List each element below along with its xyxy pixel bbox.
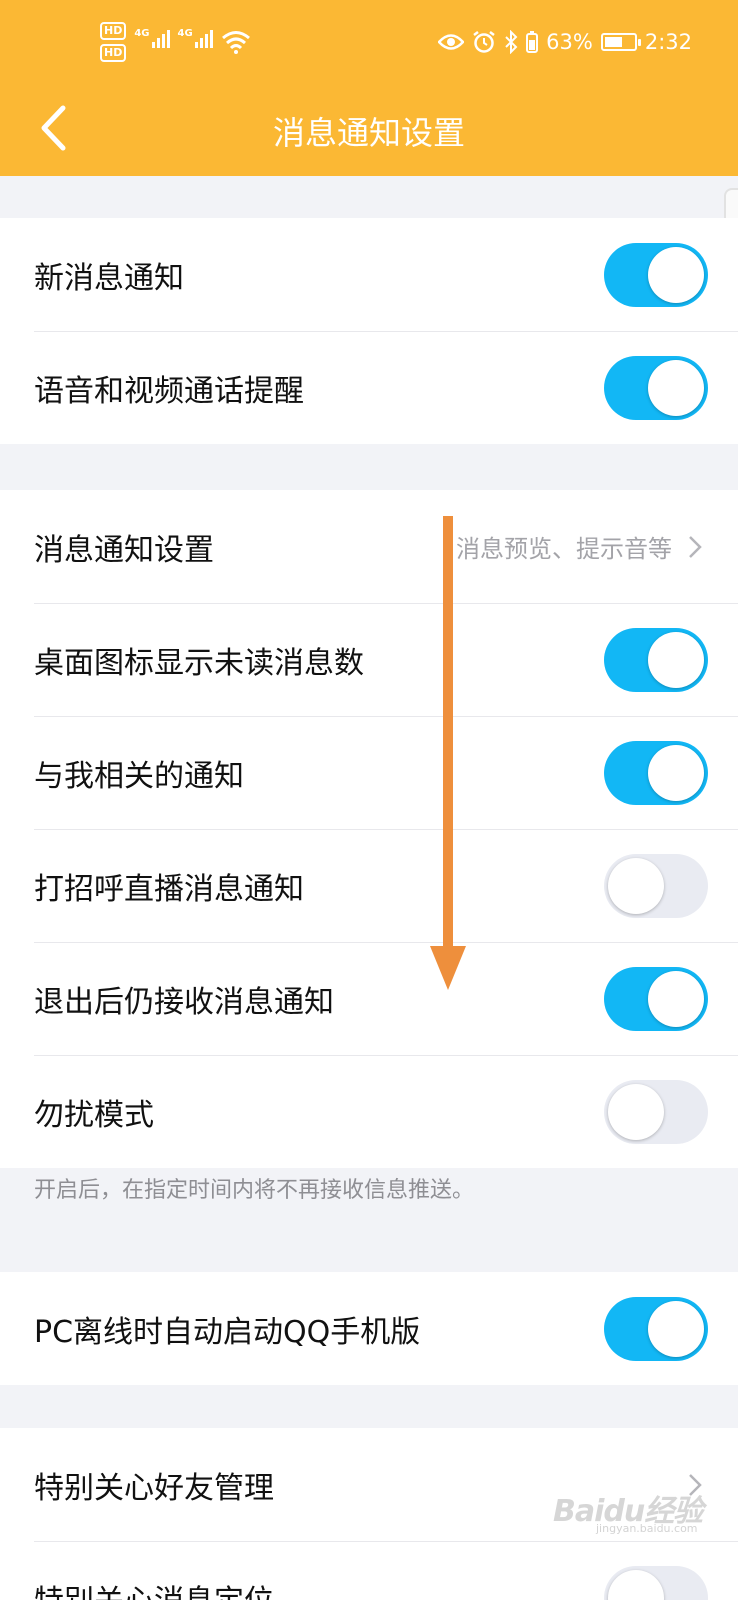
setting-row-call-reminder: 语音和视频通话提醒 (0, 331, 738, 444)
setting-row-related-notify: 与我相关的通知 (0, 716, 738, 829)
toggle-switch[interactable] (604, 242, 708, 307)
eye-icon (438, 34, 465, 50)
toggle-switch[interactable] (604, 740, 708, 805)
setting-label: 新消息通知 (34, 260, 184, 296)
toggle-switch[interactable] (604, 355, 708, 420)
clock-time: 2:32 (644, 30, 692, 54)
setting-label: 特别关心消息定位 (34, 1576, 274, 1600)
setting-label: 与我相关的通知 (34, 758, 244, 794)
setting-label: PC离线时自动启动QQ手机版 (34, 1314, 421, 1350)
setting-row-notify-settings[interactable]: 消息通知设置 消息预览、提示音等 (0, 490, 738, 603)
battery-small-icon (526, 31, 539, 53)
setting-row-new-message: 新消息通知 (0, 218, 738, 331)
toggle-knob (648, 359, 704, 416)
toggle-switch[interactable] (604, 1079, 708, 1144)
toggle-knob (648, 1300, 704, 1357)
dnd-note: 开启后，在指定时间内将不再接收信息推送。 (34, 1178, 475, 1203)
toggle-knob (648, 631, 704, 688)
battery-icon (600, 33, 641, 51)
toggle-switch[interactable] (604, 627, 708, 692)
settings-group-2: 消息通知设置 消息预览、提示音等 桌面图标显示未读消息数 与我相关的通知 打招呼… (0, 490, 738, 1168)
settings-group-1: 新消息通知 语音和视频通话提醒 (0, 218, 738, 444)
setting-row-pc-offline: PC离线时自动启动QQ手机版 (0, 1272, 738, 1385)
setting-label: 语音和视频通话提醒 (34, 373, 304, 409)
setting-label: 退出后仍接收消息通知 (34, 984, 334, 1020)
toggle-knob (608, 1569, 664, 1600)
setting-row-after-logout: 退出后仍接收消息通知 (0, 942, 738, 1055)
page-title: 消息通知设置 (272, 114, 465, 152)
toggle-switch[interactable] (604, 853, 708, 918)
toggle-switch[interactable] (604, 1565, 708, 1600)
toggle-knob (648, 970, 704, 1027)
setting-label: 消息通知设置 (34, 532, 214, 568)
toggle-knob (648, 246, 704, 303)
setting-label: 桌面图标显示未读消息数 (34, 645, 364, 681)
signal-icon: 4G (134, 28, 170, 48)
battery-percent: 63% (546, 30, 593, 54)
app-header: HD HD 4G 4G 63% 2:32 消息通知设置 (0, 0, 738, 176)
toggle-knob (608, 1083, 664, 1140)
setting-label: 勿扰模式 (34, 1097, 154, 1133)
setting-row-special-message[interactable]: 特别关心消息定位 (0, 1541, 738, 1600)
status-bar: HD HD 4G 4G 63% 2:32 (0, 0, 738, 96)
down-arrow-annotation (430, 516, 466, 990)
setting-row-badge-count: 桌面图标显示未读消息数 (0, 603, 738, 716)
setting-label: 打招呼直播消息通知 (34, 871, 304, 907)
hd-icon: HD (100, 22, 127, 40)
toggle-switch[interactable] (604, 966, 708, 1031)
setting-row-do-not-disturb: 勿扰模式 (0, 1055, 738, 1168)
toggle-switch[interactable] (604, 1296, 708, 1361)
status-right: 63% 2:32 (438, 30, 692, 54)
signal-icon: 4G (178, 28, 213, 48)
settings-group-3: PC离线时自动启动QQ手机版 (0, 1272, 738, 1385)
toggle-knob (608, 857, 664, 914)
setting-label: 特别关心好友管理 (34, 1470, 274, 1506)
title-bar: 消息通知设置 (0, 96, 738, 176)
hd-icon: HD (100, 44, 127, 62)
setting-value: 消息预览、提示音等 (456, 535, 672, 563)
wifi-icon (221, 31, 250, 54)
setting-row-live-notify: 打招呼直播消息通知 (0, 829, 738, 942)
alarm-icon (473, 31, 495, 53)
baidu-watermark-url: jingyan.baidu.com (596, 1522, 698, 1535)
toggle-knob (648, 744, 704, 801)
bluetooth-icon (505, 30, 518, 54)
status-left: HD HD 4G 4G (100, 22, 251, 68)
chevron-right-icon (689, 535, 702, 558)
